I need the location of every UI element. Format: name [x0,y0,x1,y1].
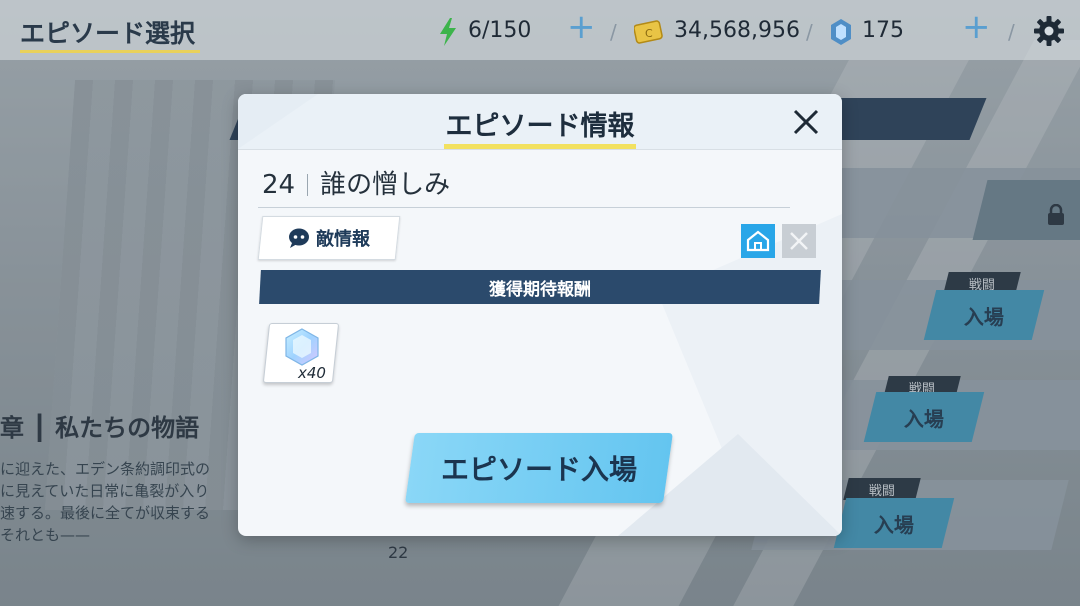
episode-heading: 24 誰の憎しみ [262,164,450,201]
episode-enter-label: エピソード入場 [440,453,637,486]
enemy-icon [289,228,309,248]
divider: / [1008,20,1015,44]
gear-icon[interactable] [1034,16,1064,46]
episode-name: 誰の憎しみ [320,170,451,200]
divider [258,207,790,208]
credits-value: 34,568,956 [674,18,800,43]
reward-header: 獲得期待報酬 [259,270,821,304]
enemy-info-button[interactable]: 敵情報 [257,216,401,260]
divider: / [610,20,617,44]
reward-header-label: 獲得期待報酬 [489,279,591,300]
divider: / [806,20,813,44]
gem-icon [831,19,851,45]
page-title: エピソード選択 [20,19,196,48]
episode-number: 24 [262,170,296,200]
stamina-value: 6/150 [468,18,532,43]
stamina-bolt-icon [440,18,456,46]
episode-info-modal: エピソード情報 24 誰の憎しみ 敵情報 獲得期待報酬 x40 エピソード入場 [238,94,842,536]
gems-value: 175 [862,18,904,43]
episode-enter-button[interactable]: エピソード入場 [405,433,673,503]
divider [307,174,309,196]
title-underline [20,50,200,53]
home-icon[interactable] [741,224,775,258]
gem-icon [285,328,319,366]
credit-card-icon: C [634,20,663,44]
clear-icon[interactable] [782,224,816,258]
reward-item-quantity: x40 [298,364,326,382]
add-gems-button[interactable]: + [962,10,991,44]
svg-text:C: C [645,27,653,40]
enemy-info-label: 敵情報 [316,229,370,250]
modal-title: エピソード情報 [445,111,635,142]
top-bar: エピソード選択 6/150 + / C 34,568,956 / 175 + / [0,0,1080,60]
add-stamina-button[interactable]: + [567,10,596,44]
close-icon[interactable] [790,106,822,138]
divider [238,149,842,150]
